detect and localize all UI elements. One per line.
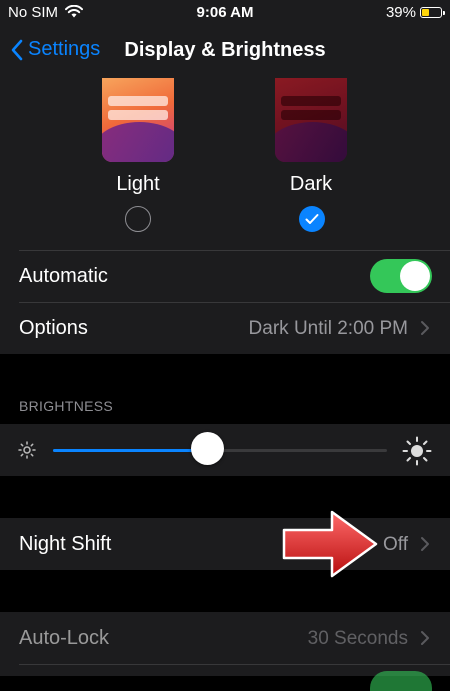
dark-mode-radio[interactable]: [299, 206, 325, 232]
chevron-right-icon: [421, 631, 429, 645]
options-row[interactable]: Options Dark Until 2:00 PM: [0, 302, 450, 354]
status-bar: No SIM 9:06 AM 39%: [0, 0, 450, 26]
automatic-toggle[interactable]: [370, 259, 432, 293]
chevron-right-icon: [421, 321, 429, 335]
page-title: Display & Brightness: [124, 39, 326, 61]
status-time: 9:06 AM: [196, 4, 254, 21]
navigation-bar: Settings Display & Brightness: [0, 26, 450, 79]
brightness-section-header: BRIGHTNESS: [19, 398, 114, 414]
toggle-knob: [400, 261, 430, 291]
sun-small-icon: [18, 441, 36, 459]
brightness-slider-thumb[interactable]: [190, 432, 224, 465]
chevron-right-icon: [421, 537, 429, 551]
brightness-row: [0, 424, 450, 476]
annotation-arrow-icon: [282, 510, 378, 578]
light-mode-label: Light: [116, 173, 160, 195]
automatic-label: Automatic: [19, 265, 108, 287]
battery-percentage: 39%: [385, 4, 416, 21]
dark-mode-label: Dark: [289, 173, 333, 195]
battery-icon: [420, 7, 445, 18]
automatic-row: Automatic: [0, 250, 450, 302]
night-shift-value: Off: [383, 534, 408, 555]
auto-lock-label: Auto-Lock: [19, 627, 110, 649]
brightness-slider-fill: [53, 449, 207, 452]
options-label: Options: [19, 317, 88, 339]
dark-mode-preview[interactable]: [275, 78, 347, 162]
sun-large-icon: [402, 436, 432, 466]
light-mode-preview[interactable]: [102, 78, 174, 162]
partial-toggle: [370, 671, 432, 691]
status-right: 39%: [385, 4, 445, 21]
light-mode-radio[interactable]: [125, 206, 151, 232]
next-row-partial: [0, 664, 450, 691]
night-shift-label: Night Shift: [19, 533, 112, 555]
auto-lock-row[interactable]: Auto-Lock 30 Seconds: [0, 612, 450, 664]
options-value: Dark Until 2:00 PM: [248, 318, 408, 339]
auto-lock-value: 30 Seconds: [307, 628, 408, 649]
appearance-section: Light Dark: [0, 78, 450, 250]
checkmark-icon: [305, 214, 319, 224]
night-shift-row[interactable]: Night Shift Off: [0, 518, 450, 570]
